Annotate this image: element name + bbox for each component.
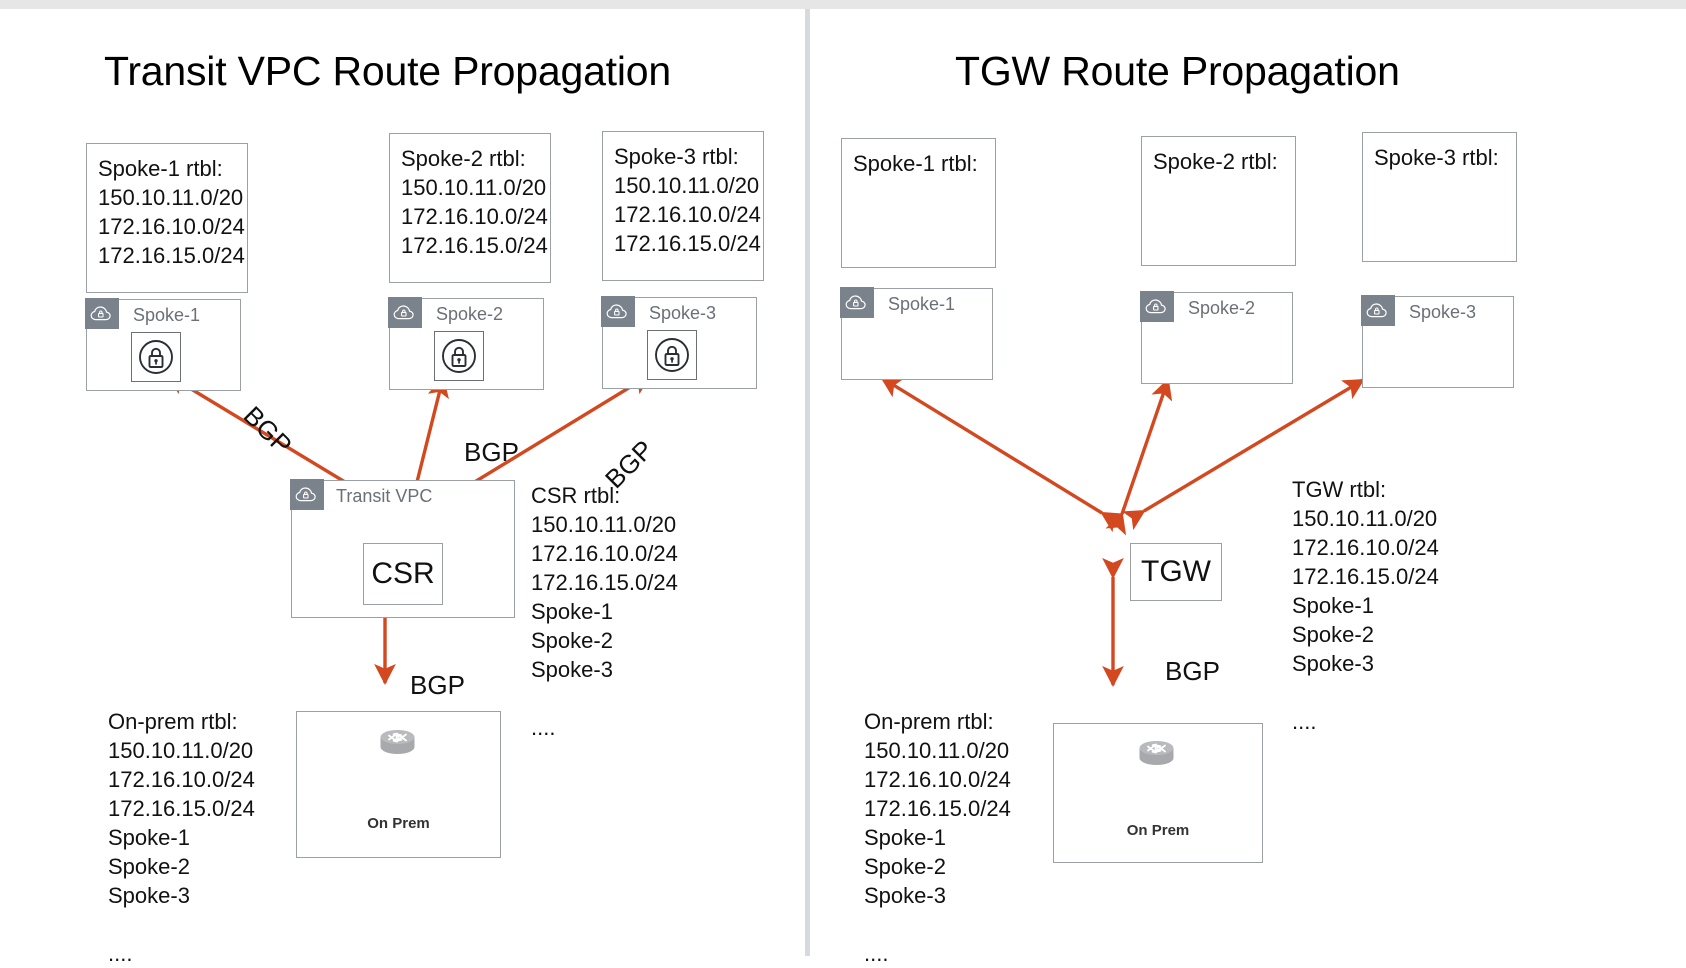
panel-divider [805, 9, 810, 956]
vpn-lock-icon[interactable] [131, 332, 181, 382]
left-spoke-2-rtbl: Spoke-2 rtbl: 150.10.11.0/20 172.16.10.0… [389, 133, 551, 316]
right-spoke-3-rtbl: Spoke-3 rtbl: [1362, 132, 1517, 262]
vpc-cloud-lock-icon [85, 298, 120, 330]
left-onprem-box[interactable]: On Prem [296, 711, 501, 858]
right-panel-title: TGW Route Propagation [955, 48, 1400, 94]
right-spoke-3-label: Spoke-3 [1409, 302, 1477, 322]
left-spoke-3-rtbl: Spoke-3 rtbl: 150.10.11.0/20 172.16.10.0… [602, 131, 764, 314]
left-bgp-label-1: BGP [237, 400, 298, 461]
vpc-cloud-lock-icon [601, 296, 636, 328]
router-icon [1134, 736, 1179, 777]
right-bgp-label-1: BGP [1165, 656, 1220, 686]
router-icon [375, 725, 420, 766]
vpn-lock-icon[interactable] [647, 330, 697, 380]
csr-rtbl: CSR rtbl: 150.10.11.0/20 172.16.10.0/24 … [531, 483, 678, 740]
arrow-tgw-spoke1 [880, 376, 1124, 533]
right-spoke-1-vpc[interactable]: Spoke-1 [840, 287, 993, 380]
right-spoke-1-label: Spoke-1 [888, 294, 956, 314]
left-spoke-1-rtbl: Spoke-1 rtbl: 150.10.11.0/20 172.16.10.0… [86, 143, 248, 326]
vpc-cloud-lock-icon [1361, 295, 1396, 327]
left-spoke-2-vpc[interactable]: Spoke-2 [388, 297, 544, 390]
csr-node[interactable]: CSR [363, 543, 443, 605]
left-spoke-3-label: Spoke-3 [649, 303, 717, 323]
right-spoke-3-vpc[interactable]: Spoke-3 [1361, 295, 1514, 388]
left-spoke-1-label: Spoke-1 [133, 305, 201, 325]
top-strip [0, 0, 1686, 9]
left-spoke-3-vpc[interactable]: Spoke-3 [601, 296, 757, 389]
right-spoke-2-label: Spoke-2 [1188, 298, 1256, 318]
right-spoke-2-rtbl: Spoke-2 rtbl: [1141, 136, 1296, 266]
left-spoke-2-label: Spoke-2 [436, 304, 504, 324]
diagram-canvas: Transit VPC Route Propagation Spoke-1 rt… [0, 0, 1686, 966]
tgw-rtbl: TGW rtbl: 150.10.11.0/20 172.16.10.0/24 … [1292, 477, 1439, 734]
tgw-node[interactable]: TGW [1130, 543, 1222, 601]
left-spoke-1-vpc[interactable]: Spoke-1 [85, 298, 241, 391]
vpc-cloud-lock-icon [840, 287, 875, 319]
left-onprem-label: On Prem [367, 815, 430, 832]
vpn-lock-icon[interactable] [434, 331, 484, 381]
vpc-cloud-lock-icon [1140, 291, 1175, 323]
left-panel-title: Transit VPC Route Propagation [104, 48, 671, 94]
right-spoke-1-rtbl: Spoke-1 rtbl: [841, 138, 996, 268]
transit-vpc-label: Transit VPC [336, 486, 433, 506]
vpc-cloud-lock-icon [290, 479, 325, 511]
left-bgp-label-2: BGP [464, 437, 519, 467]
arrow-tgw-spoke2 [1105, 378, 1173, 536]
right-spoke-2-vpc[interactable]: Spoke-2 [1140, 291, 1293, 384]
right-onprem-label: On Prem [1126, 822, 1190, 839]
vpc-cloud-lock-icon [388, 297, 423, 329]
left-bgp-label-4: BGP [410, 670, 465, 700]
right-onprem-box[interactable]: On Prem [1053, 723, 1263, 863]
